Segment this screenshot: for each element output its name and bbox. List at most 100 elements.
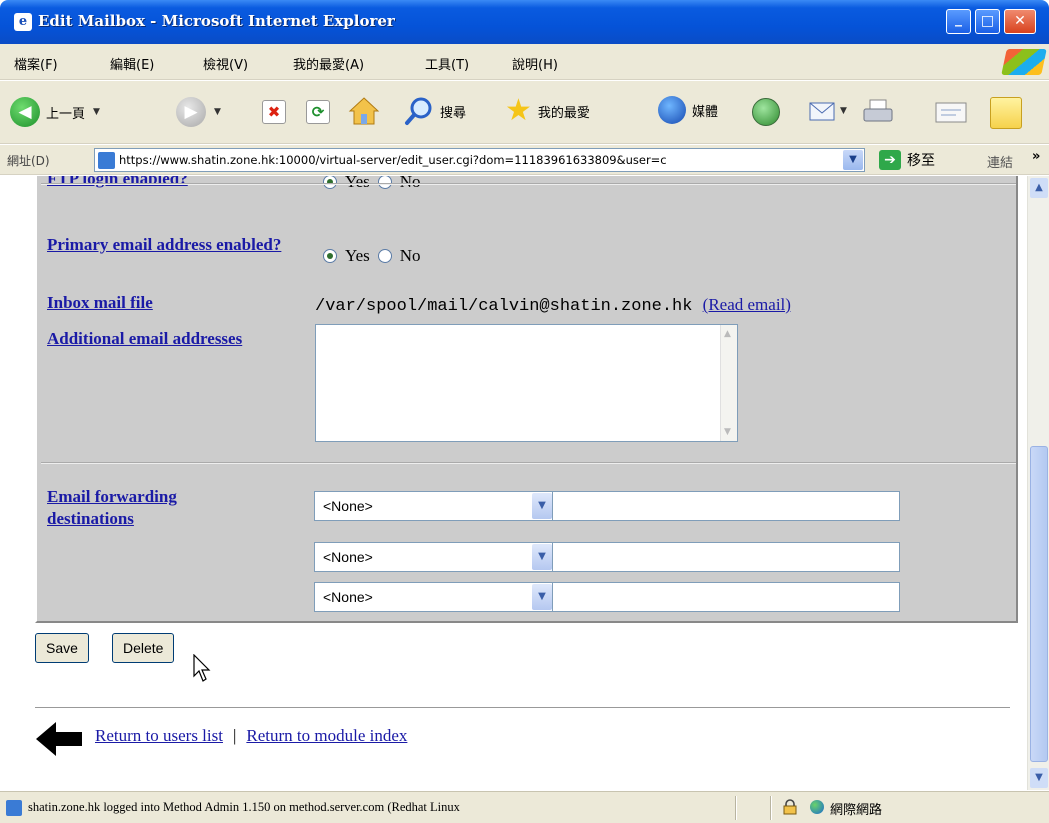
go-button[interactable]: ➔ 移至: [879, 150, 935, 170]
menu-view[interactable]: 檢視(V): [203, 54, 248, 73]
lock-icon: [783, 799, 797, 815]
divider: [41, 462, 1016, 464]
read-email-link[interactable]: (Read email): [703, 295, 791, 314]
mail-dropdown-icon[interactable]: ▼: [840, 106, 847, 116]
status-message: shatin.zone.hk logged into Method Admin …: [28, 800, 460, 814]
minimize-icon: _: [955, 11, 962, 27]
address-label: 網址(D): [7, 154, 50, 168]
print-button[interactable]: [862, 98, 894, 126]
forwarding-select-2[interactable]: <None> ▼: [314, 542, 554, 572]
forwarding-address-input-3[interactable]: [552, 582, 900, 612]
forward-arrow-icon: ▶: [176, 97, 206, 127]
scroll-thumb[interactable]: [1030, 446, 1048, 762]
save-button[interactable]: Save: [35, 633, 89, 663]
messenger-button[interactable]: [990, 97, 1022, 129]
menu-help[interactable]: 說明(H): [512, 54, 558, 73]
inbox-path: /var/spool/mail/calvin@shatin.zone.hk (R…: [315, 295, 791, 316]
home-button[interactable]: [348, 96, 380, 126]
media-icon: [658, 96, 686, 124]
toolbar: ◀ 上一頁 ▼ ▶ ▼ ✖ ⟳ 搜尋 ★ 我的最愛 媒體 ▼: [0, 81, 1049, 144]
globe-icon: [810, 800, 824, 814]
forward-dropdown-icon[interactable]: ▼: [214, 107, 221, 117]
search-icon: [405, 97, 432, 125]
search-label: 搜尋: [440, 105, 467, 121]
primary-email-label[interactable]: Primary email address enabled?: [47, 234, 292, 256]
mail-button[interactable]: ▼: [808, 98, 847, 124]
primary-yes-label: Yes: [345, 246, 370, 265]
search-button[interactable]: 搜尋: [404, 96, 466, 126]
return-module-link[interactable]: Return to module index: [246, 726, 407, 745]
page-icon: [98, 152, 115, 169]
divider: [35, 707, 1010, 708]
star-icon: ★: [505, 93, 532, 128]
minimize-button[interactable]: _: [946, 9, 971, 34]
status-divider: [770, 796, 772, 820]
refresh-button[interactable]: ⟳: [306, 100, 330, 124]
inbox-mail-file-label[interactable]: Inbox mail file: [47, 292, 153, 314]
textarea-scroll-up-icon[interactable]: ▲: [724, 329, 731, 339]
address-url[interactable]: https://www.shatin.zone.hk:10000/virtual…: [119, 153, 839, 167]
address-input[interactable]: https://www.shatin.zone.hk:10000/virtual…: [94, 148, 865, 172]
forward-button[interactable]: ▶ ▼: [176, 97, 221, 127]
chevron-down-icon[interactable]: ▼: [532, 544, 552, 570]
link-separator: |: [232, 726, 237, 745]
history-button[interactable]: [752, 98, 780, 126]
menu-bar: 檔案(F) 編輯(E) 檢視(V) 我的最愛(A) 工具(T) 說明(H): [0, 44, 1049, 80]
additional-addresses-label[interactable]: Additional email addresses: [47, 328, 247, 350]
page-icon: [6, 800, 22, 816]
menu-file[interactable]: 檔案(F): [14, 54, 58, 73]
windows-logo-icon: [1001, 49, 1047, 75]
links-chevron-icon[interactable]: »: [1032, 149, 1040, 164]
forwarding-address-input-1[interactable]: [552, 491, 900, 521]
go-label: 移至: [907, 153, 935, 169]
return-users-link[interactable]: Return to users list: [95, 726, 223, 745]
edit-button[interactable]: [934, 100, 968, 124]
page-scrollbar[interactable]: ▲ ▼: [1027, 176, 1049, 790]
maximize-icon: □: [980, 13, 995, 29]
chevron-down-icon[interactable]: ▼: [532, 493, 552, 519]
forwarding-select-value: <None>: [323, 549, 373, 565]
favorites-button[interactable]: ★ 我的最愛: [505, 96, 590, 126]
links-button[interactable]: 連結: [987, 152, 1013, 171]
stop-button[interactable]: ✖: [262, 100, 286, 124]
forwarding-select-1[interactable]: <None> ▼: [314, 491, 554, 521]
menu-edit[interactable]: 編輯(E): [110, 54, 154, 73]
menu-favorites[interactable]: 我的最愛(A): [293, 54, 364, 73]
primary-no-radio[interactable]: [377, 249, 392, 263]
stop-icon: ✖: [262, 100, 286, 124]
scroll-down-icon[interactable]: ▼: [1030, 768, 1048, 788]
window-title: Edit Mailbox - Microsoft Internet Explor…: [38, 12, 395, 30]
menu-tools[interactable]: 工具(T): [425, 54, 469, 73]
inbox-path-text: /var/spool/mail/calvin@shatin.zone.hk: [315, 297, 693, 316]
media-button[interactable]: 媒體: [658, 96, 718, 124]
additional-addresses-textarea[interactable]: ▲ ▼: [315, 324, 738, 442]
forwarding-label[interactable]: Email forwarding destinations: [47, 486, 257, 530]
ie-app-icon: e: [14, 13, 32, 31]
textarea-scrollbar[interactable]: ▲ ▼: [720, 325, 737, 441]
forwarding-address-input-2[interactable]: [552, 542, 900, 572]
back-dropdown-icon[interactable]: ▼: [93, 107, 100, 117]
forwarding-select-3[interactable]: <None> ▼: [314, 582, 554, 612]
mailbox-form: FTP login enabled? Yes No Primary email …: [35, 176, 1018, 623]
chevron-down-icon[interactable]: ▼: [532, 584, 552, 610]
note-icon: [990, 97, 1022, 129]
refresh-icon: ⟳: [306, 100, 330, 124]
favorites-label: 我的最愛: [537, 105, 590, 121]
maximize-button[interactable]: □: [975, 9, 1000, 34]
edit-icon: [935, 102, 967, 123]
forwarding-select-value: <None>: [323, 589, 373, 605]
primary-yes-radio[interactable]: [323, 249, 337, 263]
back-button[interactable]: ◀ 上一頁 ▼: [10, 97, 100, 127]
textarea-scroll-down-icon[interactable]: ▼: [724, 427, 731, 437]
divider: [41, 183, 1016, 185]
scroll-up-icon[interactable]: ▲: [1030, 178, 1048, 198]
delete-button[interactable]: Delete: [112, 633, 175, 663]
primary-no-label: No: [399, 246, 421, 265]
print-icon: [863, 99, 893, 122]
close-button[interactable]: ✕: [1004, 9, 1036, 34]
back-arrow-icon[interactable]: [36, 722, 82, 756]
forwarding-select-value: <None>: [323, 498, 373, 514]
primary-radio-group: Yes No: [323, 246, 429, 266]
mouse-cursor-icon: [193, 654, 211, 682]
address-dropdown-icon[interactable]: ▼: [843, 150, 863, 170]
